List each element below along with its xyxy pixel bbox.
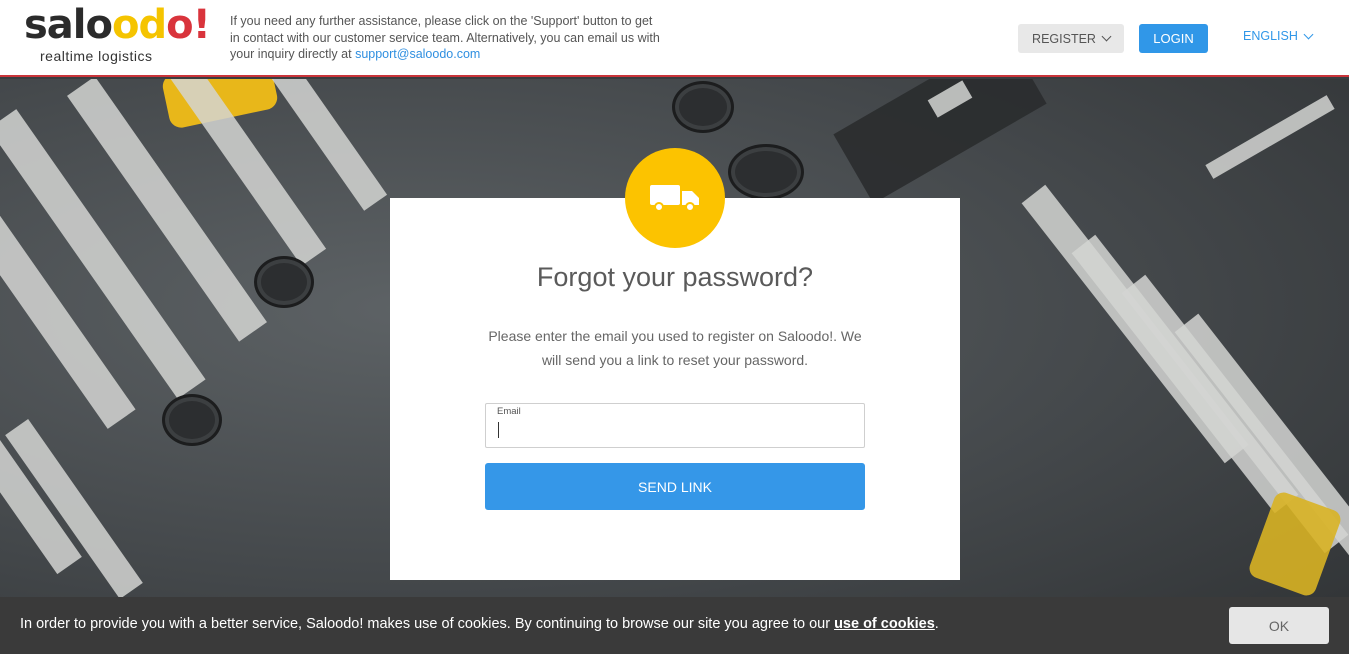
logo-tagline: realtime logistics <box>40 48 153 64</box>
forgot-password-card: Forgot your password? Please enter the e… <box>390 198 960 580</box>
truck-icon-badge <box>625 148 725 248</box>
manhole-graphic <box>672 81 734 133</box>
send-link-button[interactable]: SEND LINK <box>485 463 865 510</box>
saloodo-logo[interactable]: saloodo! realtime logistics <box>24 2 211 66</box>
logo-wordmark: saloodo! <box>24 2 211 48</box>
manhole-graphic <box>728 144 804 200</box>
cookie-policy-link[interactable]: use of cookies <box>834 616 935 632</box>
email-field[interactable]: Email <box>485 403 865 448</box>
cookie-message: In order to provide you with a better se… <box>20 616 835 632</box>
manhole-graphic <box>162 394 222 446</box>
instruction-text: Please enter the email you used to regis… <box>488 328 862 368</box>
language-selector[interactable]: ENGLISH <box>1243 29 1314 43</box>
chevron-down-icon <box>1101 31 1112 42</box>
email-field-label: Email <box>497 406 521 417</box>
cookie-text: In order to provide you with a better se… <box>20 616 939 632</box>
support-email-link[interactable]: support@saloodo.com <box>355 47 480 61</box>
cookie-ok-button[interactable]: OK <box>1229 607 1329 644</box>
email-input[interactable] <box>496 421 856 441</box>
site-header: saloodo! realtime logistics If you need … <box>0 0 1349 77</box>
manhole-graphic <box>254 256 314 308</box>
cookie-banner: In order to provide you with a better se… <box>0 597 1349 654</box>
page-title: Forgot your password? <box>536 262 814 292</box>
support-help-text: If you need any further assistance, plea… <box>230 13 660 63</box>
language-label: ENGLISH <box>1243 29 1298 43</box>
chevron-down-icon <box>1303 29 1314 39</box>
register-button[interactable]: REGISTER <box>1018 24 1124 53</box>
text-cursor <box>498 422 499 438</box>
register-label: REGISTER <box>1032 31 1096 46</box>
login-button[interactable]: LOGIN <box>1139 24 1208 53</box>
truck-icon <box>650 185 699 212</box>
cookie-suffix: . <box>934 616 939 632</box>
